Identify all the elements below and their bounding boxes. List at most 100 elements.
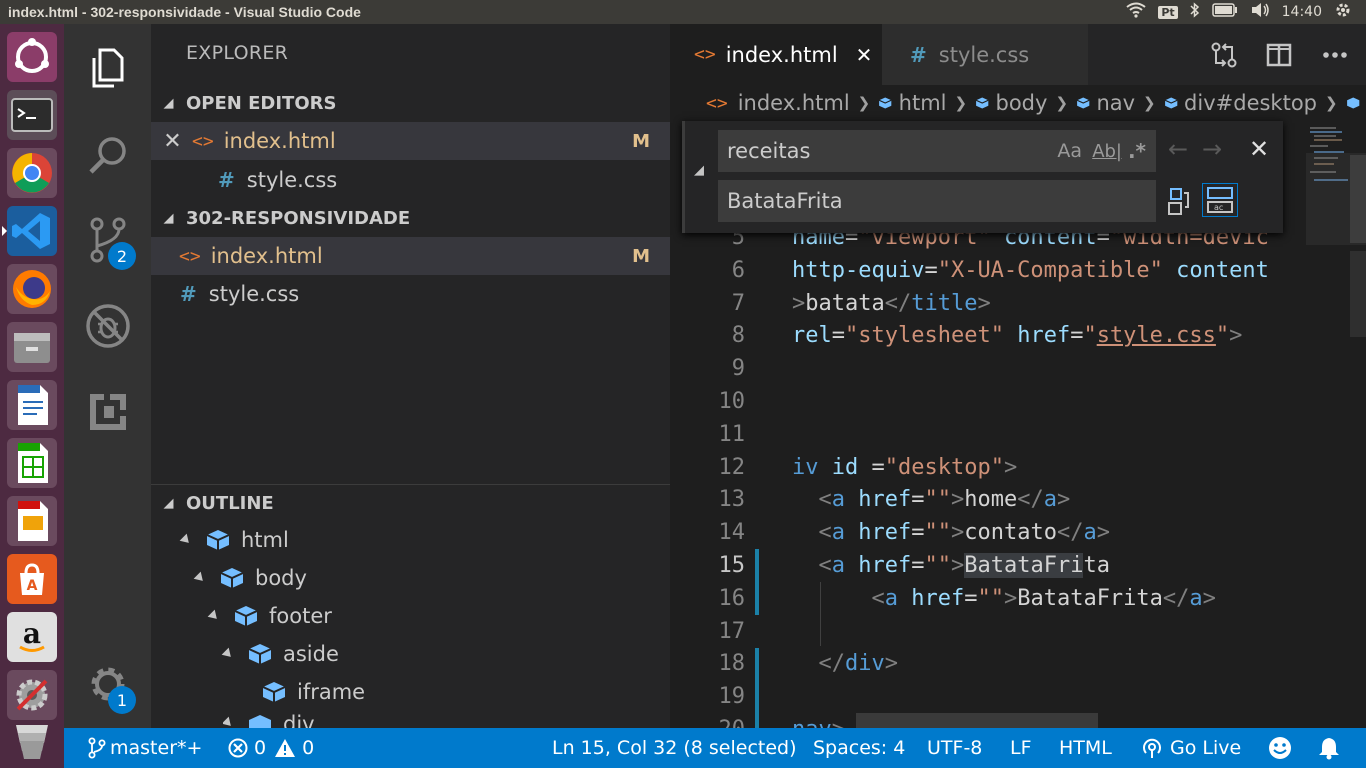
collapse-arrow-icon: ◢: [163, 95, 174, 111]
firefox-icon[interactable]: [7, 264, 57, 314]
expand-arrow-icon: [193, 571, 207, 585]
close-find-icon[interactable]: ✕: [1249, 135, 1269, 163]
css-file-icon: #: [180, 282, 197, 306]
open-editors-header[interactable]: ◢ OPEN EDITORS: [151, 84, 670, 122]
outline-item-iframe[interactable]: iframe: [261, 673, 365, 711]
system-settings-icon[interactable]: [7, 670, 57, 720]
replace-input[interactable]: BatataFrita: [718, 180, 1156, 222]
cursor-position[interactable]: Ln 15, Col 32 (8 selected): [552, 728, 797, 768]
previous-match-icon[interactable]: ←: [1168, 135, 1188, 163]
line-ending[interactable]: LF: [1010, 728, 1032, 768]
outline-item-html[interactable]: html: [179, 521, 289, 559]
breadcrumb-item-html[interactable]: html: [899, 91, 947, 115]
split-editor-icon[interactable]: [1266, 24, 1292, 85]
trash-icon[interactable]: [7, 714, 57, 764]
expand-arrow-icon: [179, 533, 193, 547]
tab-style-css[interactable]: # style.css: [882, 24, 1088, 85]
search-activity-icon[interactable]: [64, 116, 151, 196]
source-control-activity-icon[interactable]: 2: [64, 200, 151, 280]
line-number: 10: [718, 389, 746, 414]
breadcrumb-item-nav[interactable]: nav: [1096, 91, 1135, 115]
replace-all-icon[interactable]: ac: [1202, 183, 1238, 217]
file-index-html[interactable]: <> index.html M: [151, 237, 670, 275]
debug-activity-icon[interactable]: [64, 286, 151, 366]
writer-icon[interactable]: [7, 380, 57, 430]
breadcrumb-item-file[interactable]: index.html: [738, 91, 850, 115]
match-whole-word-icon[interactable]: Ab|: [1092, 141, 1122, 162]
problems-indicator[interactable]: 0 0: [228, 728, 314, 768]
chrome-icon[interactable]: [7, 148, 57, 198]
symbol-element-icon: [1346, 97, 1359, 109]
open-editor-index-html[interactable]: ✕ <> index.html M: [151, 122, 670, 160]
settings-gear-icon[interactable]: 1: [64, 644, 151, 724]
language-mode[interactable]: HTML: [1059, 728, 1112, 768]
bluetooth-icon[interactable]: [1190, 2, 1200, 22]
minimap[interactable]: [1306, 121, 1366, 728]
svg-text:a: a: [23, 617, 41, 650]
modified-indicator: M: [632, 130, 650, 152]
vscode-icon[interactable]: [2, 206, 57, 256]
error-icon: [228, 738, 248, 758]
volume-icon[interactable]: [1250, 2, 1270, 22]
status-bar: master*+ 0 0 Ln 15, Col 32 (8 selected) …: [64, 728, 1366, 768]
ubuntu-top-bar: index.html - 302-responsividade - Visual…: [0, 0, 1366, 24]
impress-icon[interactable]: [7, 496, 57, 546]
close-icon[interactable]: ✕: [856, 43, 873, 67]
ubuntu-dash-icon[interactable]: [7, 32, 57, 82]
amazon-icon[interactable]: a: [7, 612, 57, 662]
ubuntu-launcher: A a: [0, 24, 64, 768]
notifications-bell-icon[interactable]: [1318, 728, 1340, 768]
explorer-sidebar: EXPLORER ◢ OPEN EDITORS ✕ <> index.html …: [151, 24, 670, 728]
terminal-icon[interactable]: [7, 90, 57, 140]
keyboard-layout-indicator[interactable]: Pt: [1158, 5, 1178, 19]
breadcrumb-item-body[interactable]: body: [996, 91, 1048, 115]
outline-item-body[interactable]: body: [193, 559, 307, 597]
line-number: 6: [731, 258, 745, 283]
editor-tab-bar: <> index.html ✕ # style.css: [670, 24, 1366, 85]
battery-icon[interactable]: [1211, 3, 1238, 21]
feedback-smiley-icon[interactable]: [1268, 728, 1292, 768]
replace-one-icon[interactable]: [1166, 185, 1194, 221]
clock[interactable]: 14:40: [1282, 4, 1322, 20]
extensions-activity-icon[interactable]: [64, 372, 151, 452]
expand-arrow-icon: [207, 609, 221, 623]
modified-indicator: M: [632, 245, 650, 267]
vertical-scrollbar[interactable]: [1350, 155, 1366, 243]
compare-changes-icon[interactable]: [1210, 24, 1238, 85]
html-file-icon: <>: [706, 92, 728, 114]
indentation[interactable]: Spaces: 4: [813, 728, 905, 768]
next-match-icon[interactable]: →: [1202, 135, 1222, 163]
go-live-button[interactable]: Go Live: [1140, 728, 1241, 768]
toggle-replace-arrow-icon[interactable]: ◢: [694, 163, 704, 178]
outline-item-footer[interactable]: footer: [207, 597, 332, 635]
explorer-activity-icon[interactable]: [64, 28, 151, 108]
more-actions-icon[interactable]: [1322, 24, 1348, 85]
breadcrumb-item-div-desktop[interactable]: div#desktop: [1184, 91, 1317, 115]
outline-item-div[interactable]: div: [223, 707, 315, 728]
calc-icon[interactable]: [7, 438, 57, 488]
line-number: 13: [718, 487, 746, 512]
broadcast-icon: [1143, 738, 1161, 758]
outline-item-aside[interactable]: aside: [221, 635, 339, 673]
match-case-icon[interactable]: Aa: [1057, 140, 1082, 162]
outline-header[interactable]: ◢ OUTLINE: [151, 484, 670, 522]
tab-index-html[interactable]: <> index.html ✕: [670, 24, 882, 85]
branch-indicator[interactable]: master*+: [88, 728, 202, 768]
use-regex-icon[interactable]: .*: [1128, 139, 1146, 163]
wifi-icon[interactable]: [1126, 2, 1146, 22]
hover-hint: [856, 713, 1098, 728]
software-center-icon[interactable]: A: [7, 554, 57, 604]
open-editor-style-css[interactable]: # style.css: [151, 161, 670, 199]
file-style-css[interactable]: # style.css: [151, 275, 670, 313]
files-icon[interactable]: [7, 322, 57, 372]
power-gear-icon[interactable]: [1334, 1, 1352, 23]
folder-header[interactable]: ◢ 302-RESPONSIVIDADE: [151, 199, 670, 237]
find-input[interactable]: receitas Aa Ab| .*: [718, 130, 1156, 172]
activity-bar: 2 1: [64, 24, 151, 728]
code-line-14: <a href="">contato</a>: [818, 520, 1110, 545]
line-number: 9: [731, 356, 745, 381]
window-title: index.html - 302-responsividade - Visual…: [8, 4, 361, 20]
code-line-16: <a href="">BatataFrita</a>: [871, 586, 1216, 611]
close-icon[interactable]: ✕: [155, 129, 190, 154]
encoding[interactable]: UTF-8: [927, 728, 982, 768]
